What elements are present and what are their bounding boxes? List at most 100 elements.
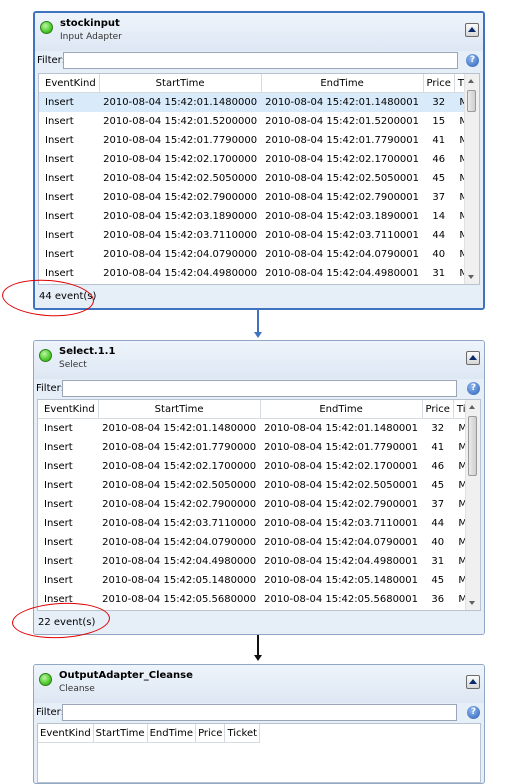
cell-starttime: 2010-08-04 15:42:02.7900000 <box>102 499 257 510</box>
cell-endtime: 2010-08-04 15:42:04.0790001 <box>264 537 419 548</box>
cell-endtime: 2010-08-04 15:42:02.1700001 <box>265 154 420 165</box>
table-row[interactable]: Insert 2010-08-04 15:42:03.7110000 2010-08… <box>39 226 479 245</box>
cell-eventkind: Insert <box>45 116 74 127</box>
cell-eventkind: Insert <box>45 211 74 222</box>
help-icon[interactable]: ? <box>467 706 480 719</box>
collapse-icon[interactable] <box>466 351 480 365</box>
panel-stockinput[interactable]: stockinput Input Adapter Filter: ? Event… <box>33 11 485 310</box>
events-grid[interactable]: EventKind StartTime EndTime Price Ticket… <box>38 73 480 285</box>
scroll-down-icon[interactable] <box>469 601 475 605</box>
cell-price: 41 <box>432 135 446 146</box>
table-row[interactable]: Insert 2010-08-04 15:42:01.7790000 2010-08… <box>38 438 480 457</box>
table-row[interactable]: Insert 2010-08-04 15:42:01.5200000 2010-08… <box>39 112 479 131</box>
col-price[interactable]: Price <box>422 400 454 419</box>
cell-price: 40 <box>432 249 446 260</box>
table-row[interactable]: Insert 2010-08-04 15:42:04.4980000 2010-08… <box>39 264 479 283</box>
vertical-scrollbar[interactable] <box>465 400 480 610</box>
table-row[interactable]: Insert 2010-08-04 15:42:05.1480000 2010-08… <box>38 571 480 590</box>
cell-endtime: 2010-08-04 15:42:01.7790001 <box>265 135 420 146</box>
panel-header: Select.1.1 Select <box>34 341 484 379</box>
table-row[interactable]: Insert 2010-08-04 15:42:02.1700000 2010-08… <box>39 150 479 169</box>
filter-label: Filter: <box>37 55 65 66</box>
panel-select[interactable]: Select.1.1 Select Filter: ? EventKind St… <box>33 340 485 635</box>
cell-endtime: 2010-08-04 15:42:02.1700001 <box>264 461 419 472</box>
filter-input[interactable] <box>63 52 458 69</box>
col-eventkind[interactable]: EventKind <box>38 724 94 743</box>
cell-price: 46 <box>431 461 445 472</box>
filter-input[interactable] <box>62 704 457 721</box>
scroll-up-icon[interactable] <box>469 405 475 409</box>
cell-starttime: 2010-08-04 15:42:01.5200000 <box>103 116 258 127</box>
cell-starttime: 2010-08-04 15:42:01.7790000 <box>103 135 258 146</box>
cell-endtime: 2010-08-04 15:42:04.4980001 <box>265 268 420 279</box>
table-row[interactable]: Insert 2010-08-04 15:42:03.7110000 2010-08… <box>38 514 480 533</box>
table-row[interactable]: Insert 2010-08-04 15:42:01.1480000 2010-08… <box>38 419 480 439</box>
col-price[interactable]: Price <box>423 74 455 93</box>
col-price[interactable]: Price <box>195 724 226 743</box>
panel-subtitle: Input Adapter <box>60 32 122 42</box>
cell-eventkind: Insert <box>45 154 74 165</box>
table-row[interactable]: Insert 2010-08-04 15:42:04.0790000 2010-08… <box>39 245 479 264</box>
cell-price: 45 <box>432 173 446 184</box>
table-row[interactable]: Insert 2010-08-04 15:42:01.7790000 2010-08… <box>39 131 479 150</box>
cell-eventkind: Insert <box>44 499 73 510</box>
table-row[interactable]: Insert 2010-08-04 15:42:05.5680000 2010-08… <box>38 590 480 609</box>
cell-endtime: 2010-08-04 15:42:02.5050001 <box>264 480 419 491</box>
cell-starttime: 2010-08-04 15:42:01.1480000 <box>102 423 257 434</box>
cell-eventkind: Insert <box>44 575 73 586</box>
col-starttime[interactable]: StartTime <box>93 724 148 743</box>
col-eventkind[interactable]: EventKind <box>38 400 99 419</box>
grid-header: EventKind StartTime EndTime Price Ticket <box>38 724 261 743</box>
cell-eventkind: Insert <box>44 518 73 529</box>
connector-arrow-icon <box>254 332 262 338</box>
cell-starttime: 2010-08-04 15:42:02.1700000 <box>103 154 258 165</box>
scroll-thumb[interactable] <box>467 90 476 112</box>
cell-starttime: 2010-08-04 15:42:01.1480000 <box>99 92 262 112</box>
col-endtime[interactable]: EndTime <box>260 400 423 419</box>
table-row[interactable]: Insert 2010-08-04 15:42:02.1700000 2010-08… <box>38 457 480 476</box>
cell-price: 15 <box>432 116 446 127</box>
table-row[interactable]: Insert 2010-08-04 15:42:02.7900000 2010-08… <box>39 188 479 207</box>
help-icon[interactable]: ? <box>466 54 479 67</box>
help-icon[interactable]: ? <box>467 382 480 395</box>
cell-starttime: 2010-08-04 15:42:04.0790000 <box>103 249 258 260</box>
cell-starttime: 2010-08-04 15:42:04.0790000 <box>102 537 257 548</box>
table-row[interactable]: Insert 2010-08-04 15:42:02.5050000 2010-08… <box>39 169 479 188</box>
panel-output-adapter[interactable]: OutputAdapter_Cleanse Cleanse Filter: ? … <box>33 664 485 784</box>
vertical-scrollbar[interactable] <box>464 74 479 284</box>
col-ticket[interactable]: Ticket <box>224 724 261 743</box>
filter-input[interactable] <box>62 380 457 397</box>
panel-header: stockinput Input Adapter <box>35 13 483 51</box>
cell-endtime: 2010-08-04 15:42:02.5050001 <box>265 173 420 184</box>
collapse-icon[interactable] <box>466 675 480 689</box>
cell-price: 45 <box>431 480 445 491</box>
table-row[interactable]: Insert 2010-08-04 15:42:04.4980000 2010-08… <box>38 552 480 571</box>
col-starttime[interactable]: StartTime <box>98 400 261 419</box>
table-row[interactable]: Insert 2010-08-04 15:42:01.1480000 2010-08… <box>39 92 479 112</box>
collapse-icon[interactable] <box>465 23 479 37</box>
table-row[interactable]: Insert 2010-08-04 15:42:03.1890000 2010-08… <box>39 207 479 226</box>
cell-eventkind: Insert <box>45 230 74 241</box>
cell-starttime: 2010-08-04 15:42:03.7110000 <box>103 230 258 241</box>
panel-title: stockinput <box>60 18 120 29</box>
scroll-thumb[interactable] <box>468 416 477 476</box>
cell-starttime: 2010-08-04 15:42:04.4980000 <box>103 268 258 279</box>
col-endtime[interactable]: EndTime <box>147 724 197 743</box>
events-grid[interactable]: EventKind StartTime EndTime Price Ticket… <box>37 399 481 611</box>
col-eventkind[interactable]: EventKind <box>39 74 100 93</box>
filter-row: Filter: ? <box>35 51 483 73</box>
col-starttime[interactable]: StartTime <box>99 74 262 93</box>
col-endtime[interactable]: EndTime <box>261 74 424 93</box>
table-row[interactable]: Insert 2010-08-04 15:42:04.0790000 2010-08… <box>38 533 480 552</box>
filter-row: Filter: ? <box>34 379 484 401</box>
events-grid[interactable]: EventKind StartTime EndTime Price Ticket <box>37 723 481 783</box>
table-row[interactable]: Insert 2010-08-04 15:42:02.7900000 2010-08… <box>38 495 480 514</box>
table-row[interactable]: Insert 2010-08-04 15:42:02.5050000 2010-08… <box>38 476 480 495</box>
scroll-up-icon[interactable] <box>468 79 474 83</box>
scroll-down-icon[interactable] <box>468 275 474 279</box>
filter-row: Filter: ? <box>34 703 484 725</box>
cell-eventkind: Insert <box>44 461 73 472</box>
status-green-icon <box>39 349 52 362</box>
cell-eventkind: Insert <box>44 442 73 453</box>
cell-price: 36 <box>431 594 445 605</box>
